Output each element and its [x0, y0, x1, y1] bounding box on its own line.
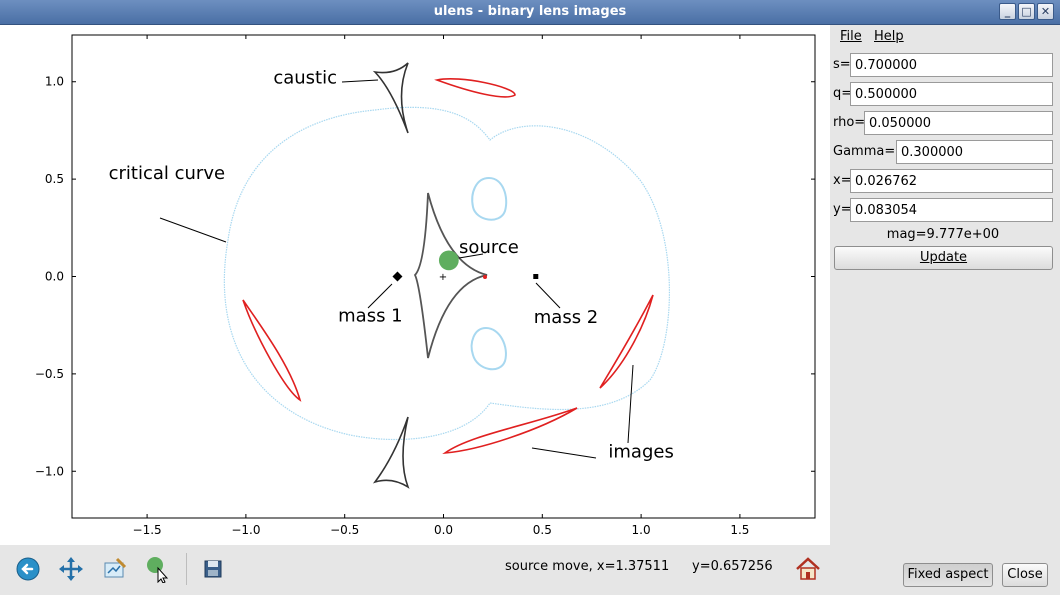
s-input[interactable]	[850, 53, 1053, 77]
close-window-button[interactable]: ✕	[1037, 3, 1054, 20]
y-label: y=	[833, 202, 852, 217]
pan-icon[interactable]	[57, 555, 85, 583]
gamma-input[interactable]	[896, 140, 1053, 164]
y-input[interactable]	[850, 198, 1053, 222]
menu-bar: File Help	[830, 25, 1060, 47]
x-tick-label: −1.5	[133, 523, 162, 537]
plot-canvas[interactable]: −1.5 −1.0 −0.5 0.0 0.5 1.0 1.5 −1.0 −0.5 0.0 0.5 1.…	[0, 25, 830, 545]
x-tick-label: 1.5	[730, 523, 749, 537]
update-button[interactable]: Update	[834, 246, 1053, 270]
gamma-label: Gamma=	[833, 144, 896, 159]
minimize-button[interactable]: _	[999, 3, 1016, 20]
annotation-label: mass 2	[534, 307, 599, 328]
y-tick-label: −0.5	[35, 367, 64, 381]
configure-icon[interactable]	[101, 555, 129, 583]
s-label: s=	[833, 57, 851, 72]
x-input[interactable]	[850, 169, 1053, 193]
y-tick-label: 1.0	[45, 75, 64, 89]
source-disk[interactable]	[438, 250, 459, 271]
save-icon[interactable]	[199, 555, 227, 583]
mass-2-marker	[533, 274, 539, 279]
maximize-button[interactable]: □	[1018, 3, 1035, 20]
x-tick-label: 1.0	[632, 523, 651, 537]
menu-help[interactable]: Help	[874, 29, 904, 44]
source-move-icon[interactable]	[143, 555, 171, 583]
fixed-aspect-button[interactable]: Fixed aspect	[903, 563, 993, 587]
x-tick-label: −0.5	[330, 523, 359, 537]
cusp-point	[483, 275, 487, 279]
window-titlebar: ulens - binary lens images _ □ ✕	[0, 0, 1060, 25]
status-mode-x: source move, x=1.37511	[505, 559, 670, 574]
menu-file[interactable]: File	[840, 29, 862, 44]
y-tick-label: −1.0	[35, 464, 64, 478]
x-tick-label: 0.5	[533, 523, 552, 537]
x-tick-label: 0.0	[434, 523, 453, 537]
q-input[interactable]	[850, 82, 1053, 106]
y-tick-label: 0.0	[45, 270, 64, 284]
toolbar-separator	[186, 553, 187, 585]
y-tick-label: 0.5	[45, 172, 64, 186]
magnification-readout: mag=9.777e+00	[886, 227, 1000, 242]
annotation-label: source	[459, 237, 519, 258]
status-y: y=0.657256	[692, 559, 773, 574]
close-button[interactable]: Close	[1002, 563, 1048, 587]
annotation-label: mass 1	[338, 305, 403, 326]
annotation-label: caustic	[273, 68, 337, 89]
plot-toolbar: source move, x=1.37511 y=0.657256	[0, 545, 830, 595]
plot-figure[interactable]: −1.5 −1.0 −0.5 0.0 0.5 1.0 1.5 −1.0 −0.5 0.0 0.5 1.…	[0, 25, 830, 545]
window-title: ulens - binary lens images	[433, 4, 627, 19]
lens-center-marker: +	[439, 272, 447, 283]
rho-input[interactable]	[864, 111, 1053, 135]
home-icon[interactable]	[794, 555, 822, 583]
annotation-label: critical curve	[109, 163, 225, 184]
x-tick-label: −1.0	[231, 523, 260, 537]
x-label: x=	[833, 173, 852, 188]
back-icon[interactable]	[14, 555, 42, 583]
rho-label: rho=	[833, 115, 866, 130]
update-button-label: Update	[919, 250, 968, 265]
parameter-panel: File Help s= q= rho= Gamma= x= y= mag=9.…	[830, 25, 1060, 595]
annotation-label: images	[608, 442, 673, 463]
